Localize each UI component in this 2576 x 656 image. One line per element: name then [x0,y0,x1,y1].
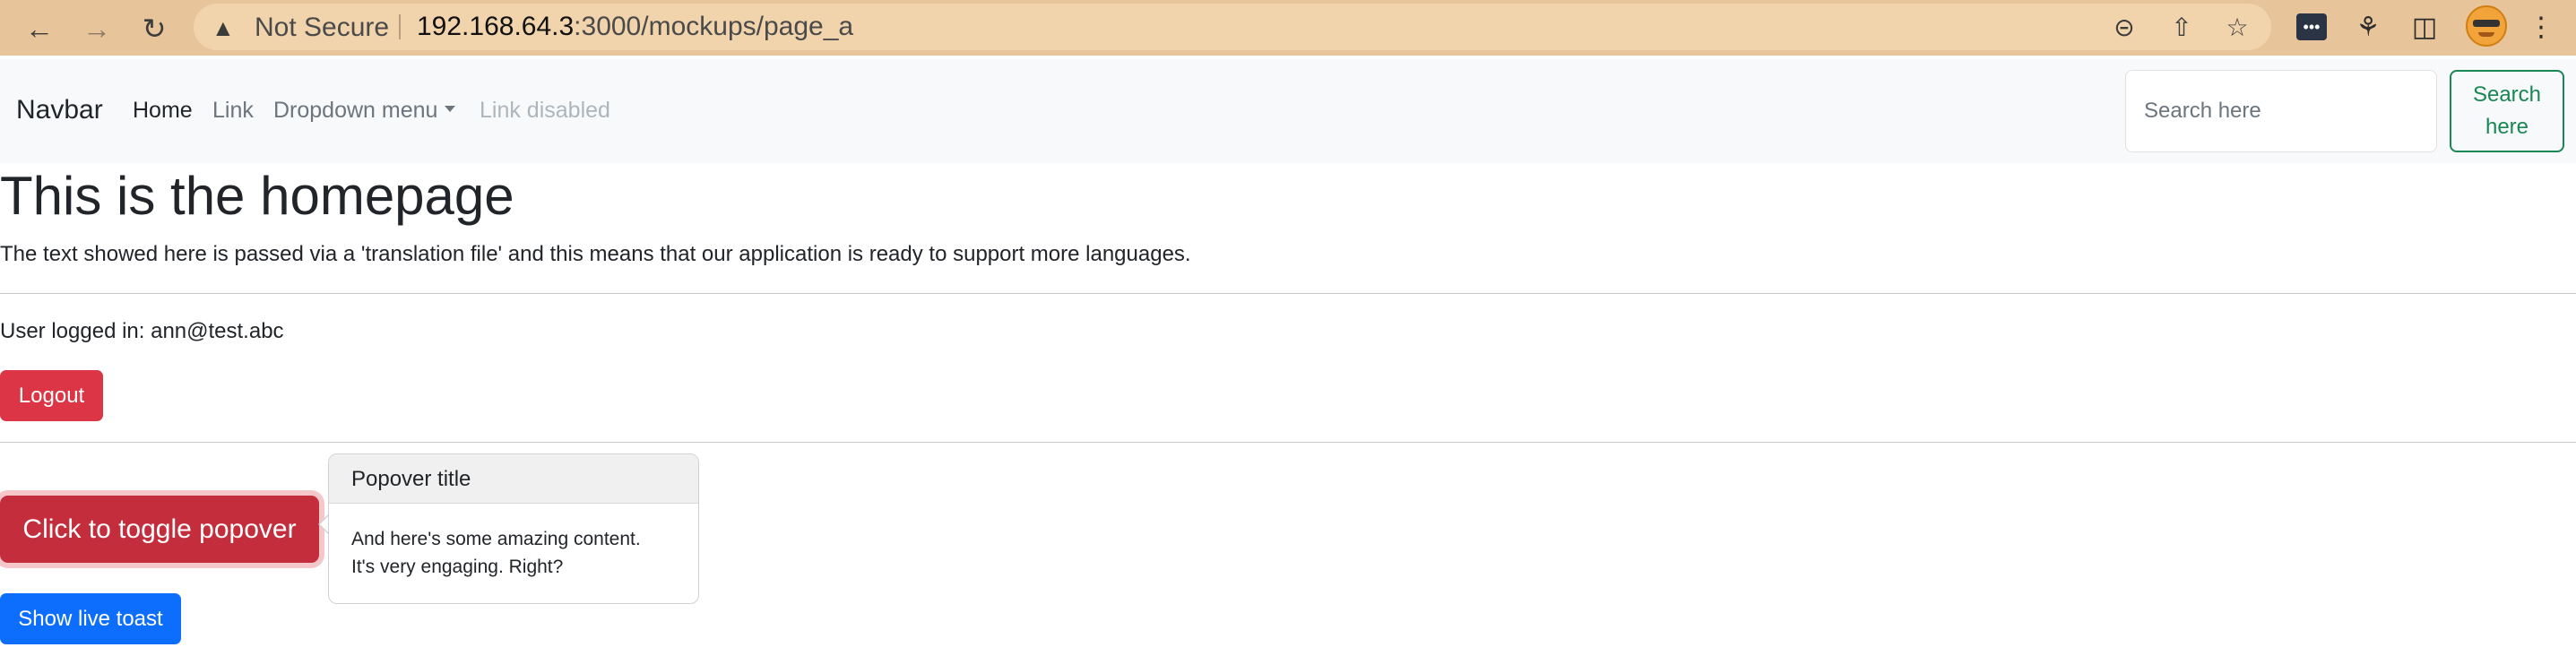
puzzle-icon[interactable]: ⚘ [2350,9,2386,45]
nav-link-disabled: Link disabled [480,98,610,123]
warning-triangle-icon[interactable]: ▲ [212,14,235,42]
page-title: This is the homepage [0,166,514,226]
search-button[interactable]: Search here [2450,70,2564,152]
url-path: :3000/mockups/page_a [574,12,854,41]
translation-text: The text showed here is passed via a 'tr… [0,242,1191,266]
url-text[interactable]: 192.168.64.3:3000/mockups/page_a [417,12,853,42]
popover-title: Popover title [329,454,698,504]
zoom-out-icon[interactable]: ⊝ [2108,11,2140,43]
share-icon[interactable]: ⇧ [2165,11,2198,43]
search-button-label-line2: here [2485,115,2529,139]
logout-button[interactable]: Logout [0,370,103,421]
navbar-brand[interactable]: Navbar [16,95,103,125]
security-label[interactable]: Not Secure [255,13,389,43]
popover-body: And here's some amazing content. It's ve… [329,504,698,581]
back-arrow-icon[interactable]: ← [16,5,63,52]
nav-dropdown-menu[interactable]: Dropdown menu [273,98,456,124]
divider [0,442,2576,443]
profile-avatar[interactable] [2466,5,2507,47]
search-button-label-line1: Search [2472,82,2542,107]
popover: Popover title And here's some amazing co… [328,453,699,604]
side-panel-icon[interactable]: ◫ [2407,9,2442,45]
password-manager-icon[interactable]: ••• [2294,9,2330,45]
star-icon[interactable]: ☆ [2221,11,2253,43]
nav-link-link[interactable]: Link [212,98,254,124]
popover-body-line: It's very engaging. Right? [351,557,564,577]
browser-toolbar: ← → ↻ ▲ Not Secure 192.168.64.3:3000/moc… [0,0,2576,56]
kebab-menu-icon[interactable]: ⋮ [2523,9,2559,45]
url-host: 192.168.64.3 [417,12,575,41]
caret-down-icon [445,105,456,112]
forward-arrow-icon[interactable]: → [73,5,120,52]
divider [0,293,2576,294]
popover-body-line: And here's some amazing content. [351,529,641,549]
navbar: Navbar Home Link Dropdown menu Link disa… [0,59,2576,163]
nav-dropdown-label: Dropdown menu [273,98,438,123]
search-input[interactable] [2125,70,2437,152]
reload-icon[interactable]: ↻ [131,5,177,52]
toggle-popover-button[interactable]: Click to toggle popover [0,496,319,563]
address-bar[interactable]: ▲ Not Secure 192.168.64.3:3000/mockups/p… [194,4,2271,50]
address-divider [399,14,401,39]
logged-in-user: User logged in: ann@test.abc [0,319,284,343]
show-live-toast-button[interactable]: Show live toast [0,593,181,644]
nav-link-home[interactable]: Home [133,98,193,124]
